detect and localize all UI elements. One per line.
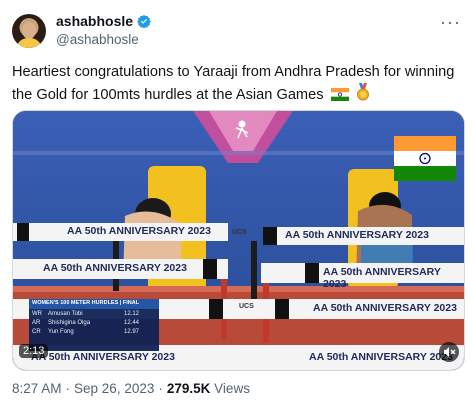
tweet-body: Heartiest congratulations to Yaraaji fro… — [12, 64, 455, 103]
india-flag-icon — [330, 87, 349, 108]
views-label: Views — [214, 381, 250, 396]
mute-button[interactable] — [439, 342, 459, 362]
hurdle-banner-text: AA 50th ANNIVERSARY 2023 — [31, 351, 175, 363]
speaker-muted-icon — [444, 347, 456, 357]
video-timer: 2:13 — [19, 344, 49, 358]
views-count: 279.5K — [166, 381, 211, 396]
gold-medal-icon — [356, 83, 370, 108]
hurdle-banner-text: AA 50th ANNIVERSARY 2023 — [309, 351, 453, 363]
more-options-icon[interactable]: ··· — [440, 12, 461, 33]
scoreboard-row: AR Shishigina Olga 12.44 — [32, 320, 140, 326]
tweet-date[interactable]: Sep 26, 2023 — [74, 381, 154, 396]
hurdle-banner-text: AA 50th ANNIVERSARY 2023 — [285, 229, 429, 241]
hurdle-banner-text: AA 50th ANNIVERSARY 2023 — [67, 225, 211, 237]
hurdle-banner-text: AA 50th ANNIVERSARY 2023 — [313, 302, 457, 314]
scoreboard-row: CR Yun Fong 12.97 — [32, 329, 140, 335]
video-media[interactable]: AA 50th ANNIVERSARY 2023 AA 50th ANNIVER… — [12, 110, 465, 371]
scoreboard: WR Amusan Tobi 12.12 AR Shishigina Olga … — [32, 311, 156, 338]
verified-badge-icon — [137, 14, 151, 28]
tweet-time[interactable]: 8:27 AM — [12, 381, 62, 396]
hurdle-banner-text: AA 50th ANNIVERSARY 2023 — [43, 262, 187, 274]
tweet-text: Heartiest congratulations to Yaraaji fro… — [12, 62, 464, 108]
scoreboard-title: WOMEN'S 100 METER HURDLES | FINAL — [32, 300, 140, 306]
avatar[interactable] — [12, 14, 46, 48]
brand-logo: UCS — [232, 229, 247, 236]
hurdle-banner-text: AA 50th ANNIVERSARY 2023 — [323, 266, 441, 290]
display-name[interactable]: ashabhosle — [56, 13, 133, 29]
brand-logo: UCS — [239, 303, 254, 310]
user-handle[interactable]: @ashabhosle — [56, 32, 139, 47]
scoreboard-row: WR Amusan Tobi 12.12 — [32, 311, 140, 317]
tweet-meta: 8:27 AM · Sep 26, 2023 · 279.5K Views — [12, 381, 250, 396]
